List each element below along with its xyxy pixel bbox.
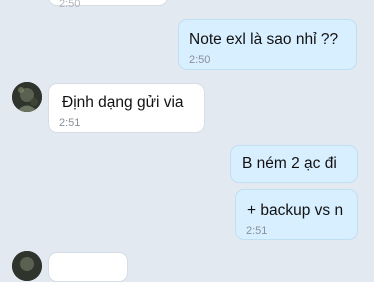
message-time: 2:50 bbox=[59, 0, 81, 10]
message-time: 2:50 bbox=[189, 54, 211, 66]
message-bubble-outgoing[interactable]: + backup vs n 2:51 bbox=[235, 189, 358, 240]
message-time: 2:51 bbox=[59, 117, 81, 129]
message-bubble-outgoing[interactable]: B ném 2 ạc đi bbox=[230, 145, 358, 183]
avatar-image bbox=[12, 82, 42, 112]
avatar-image bbox=[12, 251, 42, 281]
message-bubble-outgoing[interactable]: Note exl là sao nhỉ ?? 2:50 bbox=[178, 19, 357, 70]
contact-avatar[interactable] bbox=[12, 82, 42, 112]
message-text: Định dạng gửi via bbox=[62, 94, 184, 111]
message-text: B ném 2 ạc đi bbox=[242, 155, 337, 172]
message-bubble-incoming[interactable]: Định dạng gửi via 2:51 bbox=[48, 83, 205, 133]
message-time: 2:51 bbox=[246, 225, 268, 237]
message-text: Note exl là sao nhỉ ?? bbox=[189, 31, 339, 48]
message-text: + backup vs n bbox=[247, 202, 344, 219]
contact-avatar[interactable] bbox=[12, 251, 42, 281]
message-bubble-incoming[interactable]: 2:50 bbox=[48, 0, 168, 10]
